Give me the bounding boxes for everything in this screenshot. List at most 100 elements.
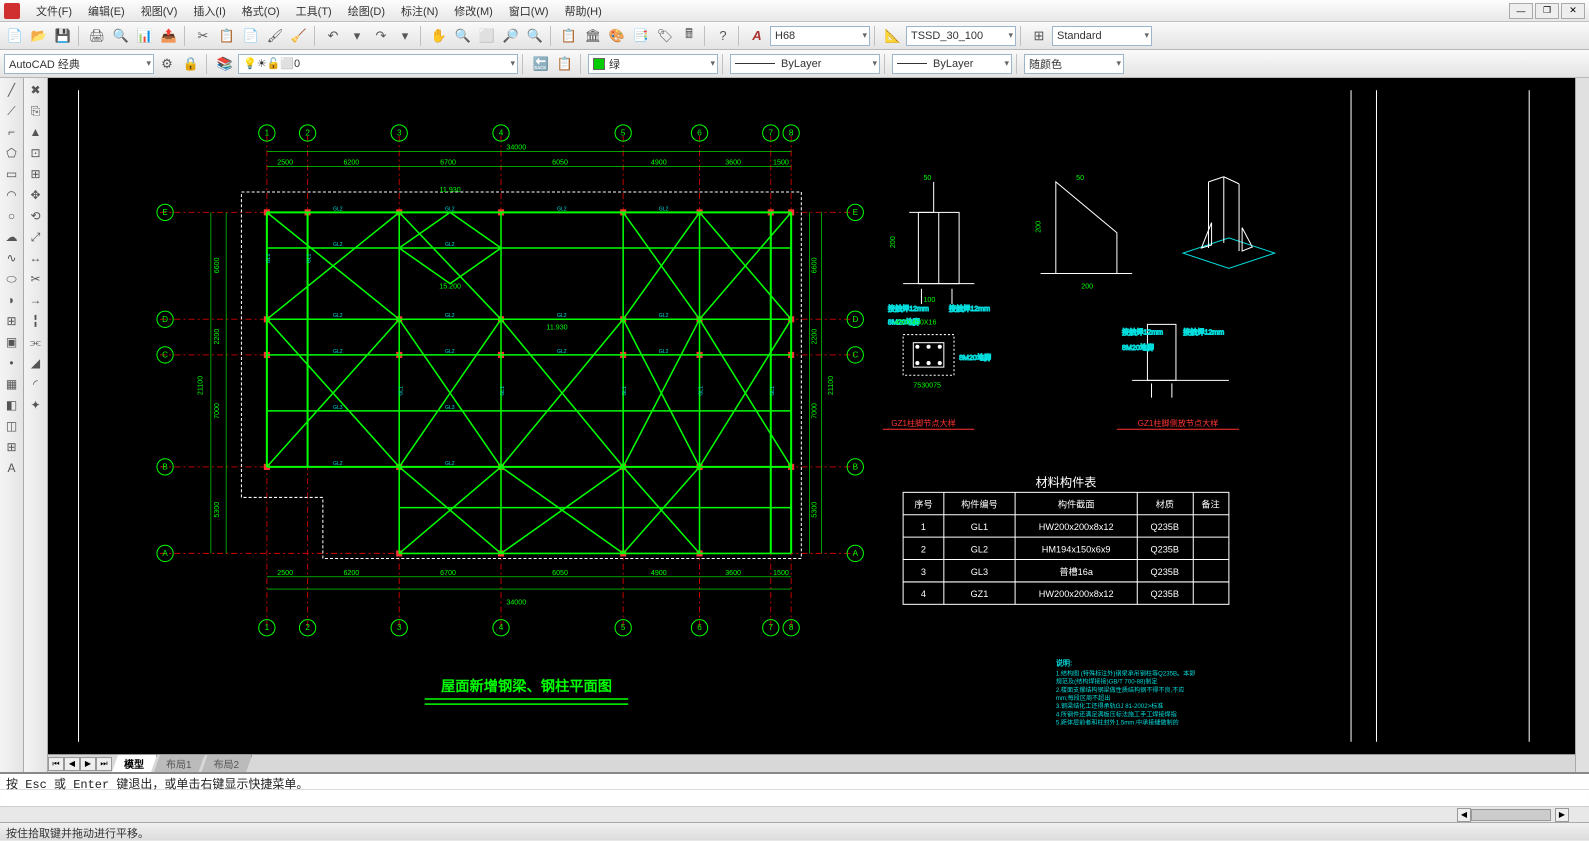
table-style-icon[interactable]: ⊞ [1028, 25, 1050, 47]
props-icon[interactable]: 📋 [558, 25, 580, 47]
copy-mod-icon[interactable]: ⎘ [26, 101, 46, 121]
menu-window[interactable]: 窗口(W) [501, 0, 557, 22]
workspace-lock-icon[interactable]: 🔒 [180, 53, 202, 75]
publish-icon[interactable]: 📤 [158, 25, 180, 47]
menu-file[interactable]: 文件(F) [28, 0, 80, 22]
design-center-icon[interactable]: 🏛 [582, 25, 604, 47]
pline-icon[interactable]: ⌐ [2, 122, 22, 142]
scroll-right-icon[interactable]: ▶ [1555, 808, 1569, 822]
gradient-icon[interactable]: ◧ [2, 395, 22, 415]
open-icon[interactable]: 📂 [28, 25, 50, 47]
join-icon[interactable]: ⫘ [26, 332, 46, 352]
ellipse-arc-icon[interactable]: ◗ [2, 290, 22, 310]
tab-model[interactable]: 模型 [112, 755, 157, 772]
paste-icon[interactable]: 📄 [240, 25, 262, 47]
zoom-prev-icon[interactable]: 🔍 [452, 25, 474, 47]
workspace-settings-icon[interactable]: ⚙ [156, 53, 178, 75]
explode-icon[interactable]: ✦ [26, 395, 46, 415]
scroll-thumb[interactable] [1471, 809, 1551, 821]
stretch-icon[interactable]: ↔ [26, 248, 46, 268]
menu-edit[interactable]: 编辑(E) [80, 0, 133, 22]
tab-layout2[interactable]: 布局2 [202, 755, 253, 772]
erase-icon[interactable]: ✖ [26, 80, 46, 100]
rect-icon[interactable]: ▭ [2, 164, 22, 184]
polygon-icon[interactable]: ⬠ [2, 143, 22, 163]
sheet-first-icon[interactable]: ⏮ [48, 757, 64, 771]
circle-icon[interactable]: ○ [2, 206, 22, 226]
workspace-dropdown[interactable]: AutoCAD 经典 [4, 54, 154, 74]
dim-style-icon[interactable]: 📐 [882, 25, 904, 47]
offset-icon[interactable]: ⊡ [26, 143, 46, 163]
zoom-ext-icon[interactable]: 🔎 [500, 25, 522, 47]
layer-states-icon[interactable]: 📋 [554, 53, 576, 75]
minimize-button[interactable]: — [1509, 3, 1533, 19]
tab-layout1[interactable]: 布局1 [154, 755, 205, 772]
line-icon[interactable]: ╱ [2, 80, 22, 100]
plotstyle-dropdown[interactable]: 随颜色 [1024, 54, 1124, 74]
print-icon[interactable]: 🖨 [86, 25, 108, 47]
menu-tools[interactable]: 工具(T) [288, 0, 340, 22]
menu-help[interactable]: 帮助(H) [557, 0, 610, 22]
drawing-canvas[interactable]: 1 2 3 4 5 6 7 8 1 2 3 4 [48, 78, 1575, 754]
undo-icon[interactable]: ↶ [322, 25, 344, 47]
sheet-set-icon[interactable]: 📑 [630, 25, 652, 47]
break-icon[interactable]: ╏ [26, 311, 46, 331]
region-icon[interactable]: ◫ [2, 416, 22, 436]
xline-icon[interactable]: ⟋ [2, 101, 22, 121]
chamfer-icon[interactable]: ◢ [26, 353, 46, 373]
undo-drop-icon[interactable]: ▾ [346, 25, 368, 47]
extend-icon[interactable]: → [26, 290, 46, 310]
zoom-rt-icon[interactable]: 🔍 [524, 25, 546, 47]
eraser-icon[interactable]: 🧹 [288, 25, 310, 47]
move-icon[interactable]: ✥ [26, 185, 46, 205]
revcloud-icon[interactable]: ☁ [2, 227, 22, 247]
redo-drop-icon[interactable]: ▾ [394, 25, 416, 47]
spline-icon[interactable]: ∿ [2, 248, 22, 268]
scroll-left-icon[interactable]: ◀ [1457, 808, 1471, 822]
linetype-dropdown[interactable]: ByLayer [730, 54, 880, 74]
menu-format[interactable]: 格式(O) [234, 0, 288, 22]
help-icon[interactable]: ? [712, 25, 734, 47]
color-dropdown[interactable]: 绿 [588, 54, 718, 74]
sheet-last-icon[interactable]: ⏭ [96, 757, 112, 771]
right-scroll[interactable] [1575, 78, 1589, 772]
plot-icon[interactable]: 📊 [134, 25, 156, 47]
lineweight-dropdown[interactable]: ByLayer [892, 54, 1012, 74]
menu-insert[interactable]: 插入(I) [185, 0, 233, 22]
zoom-window-icon[interactable]: ⬜ [476, 25, 498, 47]
preview-icon[interactable]: 🔍 [110, 25, 132, 47]
redo-icon[interactable]: ↷ [370, 25, 392, 47]
text-style-dropdown[interactable]: H68 [770, 26, 870, 46]
layer-props-icon[interactable]: 📚 [214, 53, 236, 75]
match-icon[interactable]: 🖌 [264, 25, 286, 47]
command-input[interactable] [2, 791, 1587, 805]
fillet-icon[interactable]: ◜ [26, 374, 46, 394]
dim-style-dropdown[interactable]: TSSD_30_100 [906, 26, 1016, 46]
menu-dimension[interactable]: 标注(N) [393, 0, 446, 22]
restore-button[interactable]: ❐ [1535, 3, 1559, 19]
point-icon[interactable]: • [2, 353, 22, 373]
copy-icon[interactable]: 📋 [216, 25, 238, 47]
layer-prev-icon[interactable]: 🔙 [530, 53, 552, 75]
sheet-prev-icon[interactable]: ◀ [64, 757, 80, 771]
markup-icon[interactable]: 🏷 [654, 25, 676, 47]
rotate-icon[interactable]: ⟲ [26, 206, 46, 226]
tool-palette-icon[interactable]: 🎨 [606, 25, 628, 47]
array-icon[interactable]: ⊞ [26, 164, 46, 184]
insert-icon[interactable]: ⊞ [2, 311, 22, 331]
mirror-icon[interactable]: ▲ [26, 122, 46, 142]
close-button[interactable]: ✕ [1561, 3, 1585, 19]
save-icon[interactable]: 💾 [52, 25, 74, 47]
menu-modify[interactable]: 修改(M) [446, 0, 501, 22]
layer-dropdown[interactable]: 💡 ☀ 🔓 ⬜ 0 [238, 54, 518, 74]
table-style-dropdown[interactable]: Standard [1052, 26, 1152, 46]
text-style-icon[interactable]: A [746, 25, 768, 47]
scale-icon[interactable]: ⤢ [26, 227, 46, 247]
trim-icon[interactable]: ✂ [26, 269, 46, 289]
new-icon[interactable]: 📄 [4, 25, 26, 47]
sheet-next-icon[interactable]: ▶ [80, 757, 96, 771]
arc-icon[interactable]: ◠ [2, 185, 22, 205]
ellipse-icon[interactable]: ⬭ [2, 269, 22, 289]
menu-draw[interactable]: 绘图(D) [340, 0, 393, 22]
h-scrollbar[interactable]: ◀ ▶ [0, 806, 1589, 822]
